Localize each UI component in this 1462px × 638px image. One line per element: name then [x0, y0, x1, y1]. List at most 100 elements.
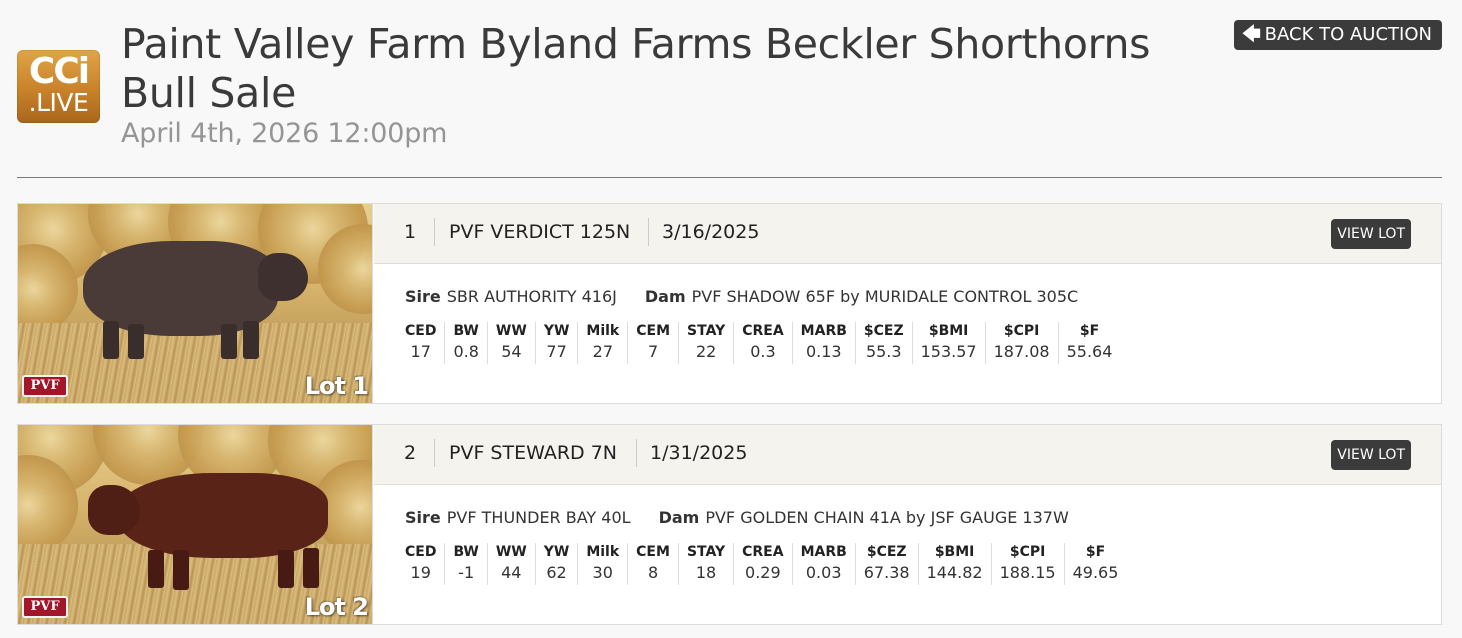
epd-cell: $CPI 188.15 — [990, 543, 1064, 585]
sire-label: Sire — [405, 287, 441, 306]
photo-lot-tag: Lot 2 — [304, 593, 369, 621]
lot-card: PVF Lot 1 1 PVF VERDICT 125N 3/16/2025 V… — [17, 203, 1442, 404]
dam-name: PVF SHADOW 65F by MURIDALE CONTROL 305C — [691, 287, 1079, 306]
epd-value: 49.65 — [1072, 563, 1119, 582]
epd-value: 55.3 — [865, 342, 902, 361]
lot-number: 1 — [404, 221, 417, 243]
arrow-left-icon: 🡄 — [1242, 24, 1261, 45]
pedigree: Sire SBR AUTHORITY 416J Dam PVF SHADOW 65F … — [405, 287, 1078, 306]
epd-header: YW — [543, 544, 570, 560]
epd-value: 27 — [592, 342, 613, 361]
separator — [434, 218, 435, 246]
bull-leg — [278, 550, 294, 588]
epd-value: 54 — [501, 342, 522, 361]
epd-header: $BMI — [934, 544, 975, 560]
epd-header: Milk — [586, 544, 620, 560]
sale-title: Paint Valley Farm Byland Farms Beckler S… — [121, 20, 1151, 117]
epd-table: CED 17 BW 0.8 WW 54 YW 77 Milk 27 CEM 7 STAY 22… — [397, 322, 1120, 364]
epd-header: STAY — [686, 544, 726, 560]
epd-cell: $CPI 187.08 — [984, 322, 1058, 364]
pvf-brand-logo: PVF — [22, 596, 68, 618]
photo-lot-tag: Lot 1 — [304, 372, 369, 400]
epd-header: CEM — [636, 544, 670, 560]
lot-birthdate: 1/31/2025 — [650, 442, 748, 464]
view-lot-button[interactable]: VIEW LOT — [1331, 219, 1411, 249]
separator — [636, 439, 637, 467]
lot-photo[interactable]: PVF Lot 2 — [18, 425, 373, 624]
epd-value: 0.3 — [750, 342, 776, 361]
epd-header: WW — [495, 544, 527, 560]
epd-cell: CEM 8 — [627, 543, 678, 585]
view-lot-button[interactable]: VIEW LOT — [1331, 440, 1411, 470]
bull-body — [118, 473, 328, 558]
epd-header: CED — [405, 544, 437, 560]
dam-name: PVF GOLDEN CHAIN 41A by JSF GAUGE 137W — [705, 508, 1069, 527]
epd-cell: $F 49.65 — [1063, 543, 1127, 585]
separator — [648, 218, 649, 246]
epd-header: $CPI — [1009, 544, 1046, 560]
epd-cell: $CEZ 55.3 — [854, 322, 912, 364]
bull-image — [73, 229, 313, 369]
epd-cell: STAY 22 — [678, 322, 733, 364]
epd-cell: MARB 0.13 — [791, 322, 855, 364]
epd-value: 44 — [501, 563, 522, 582]
epd-cell: BW 0.8 — [444, 322, 486, 364]
epd-value: 22 — [695, 342, 717, 361]
epd-cell: $BMI 144.82 — [917, 543, 991, 585]
epd-header: $F — [1079, 323, 1100, 339]
epd-header: CED — [405, 323, 437, 339]
lot-name[interactable]: PVF VERDICT 125N — [449, 221, 630, 243]
epd-cell: STAY 18 — [677, 543, 733, 585]
logo-text-top: CCi — [28, 51, 90, 92]
epd-header: STAY — [687, 323, 726, 339]
lot-birthdate: 3/16/2025 — [662, 221, 760, 243]
bull-leg — [243, 321, 259, 359]
dam-label: Dam — [658, 508, 700, 527]
epd-header: $CPI — [1003, 323, 1040, 339]
epd-value: 0.13 — [805, 342, 842, 361]
epd-cell: CED 19 — [397, 543, 444, 585]
epd-value: 18 — [695, 563, 717, 582]
epd-value: 0.03 — [805, 563, 842, 582]
epd-header: MARB — [800, 544, 847, 560]
epd-value: 7 — [648, 342, 659, 361]
epd-cell: MARB 0.03 — [791, 543, 855, 585]
lot-name[interactable]: PVF STEWARD 7N — [449, 442, 617, 464]
epd-value: 0.8 — [453, 342, 479, 361]
epd-cell: CREA 0.3 — [733, 322, 791, 364]
epd-cell: CEM 7 — [627, 322, 678, 364]
epd-cell: $CEZ 67.38 — [854, 543, 918, 585]
epd-header: CEM — [636, 323, 671, 339]
epd-header: BW — [453, 544, 479, 560]
epd-cell: YW 77 — [534, 322, 578, 364]
bull-leg — [128, 324, 144, 359]
epd-value: 153.57 — [920, 342, 977, 361]
epd-table: CED 19 BW -1 WW 44 YW 62 Milk 30 CEM 8 STAY 18 … — [397, 543, 1126, 585]
epd-cell: WW 44 — [486, 543, 535, 585]
lot-photo[interactable]: PVF Lot 1 — [18, 204, 373, 403]
epd-cell: $F 55.64 — [1057, 322, 1121, 364]
epd-cell: YW 62 — [534, 543, 578, 585]
epd-value: 77 — [546, 342, 567, 361]
epd-cell: CED 17 — [397, 322, 444, 364]
epd-header: CREA — [742, 544, 784, 560]
epd-cell: BW -1 — [444, 543, 486, 585]
epd-header: $CEZ — [863, 323, 904, 339]
epd-cell: Milk 30 — [577, 543, 627, 585]
bull-head — [88, 485, 140, 535]
lot-card: PVF Lot 2 2 PVF STEWARD 7N 1/31/2025 VIE… — [17, 424, 1442, 625]
epd-value: 188.15 — [999, 563, 1056, 582]
epd-cell: CREA 0.29 — [733, 543, 791, 585]
back-to-auction-label: BACK TO AUCTION — [1264, 24, 1432, 45]
bull-leg — [303, 548, 319, 588]
epd-header: $BMI — [928, 323, 969, 339]
cci-live-logo[interactable]: CCi .LIVE — [17, 50, 100, 123]
bull-leg — [221, 324, 237, 359]
epd-value: 62 — [546, 563, 567, 582]
epd-header: CREA — [742, 323, 784, 339]
epd-value: 30 — [592, 563, 613, 582]
epd-value: 55.64 — [1066, 342, 1113, 361]
back-to-auction-button[interactable]: 🡄 BACK TO AUCTION — [1234, 20, 1442, 50]
bull-image — [88, 465, 338, 595]
sire-label: Sire — [405, 508, 441, 527]
